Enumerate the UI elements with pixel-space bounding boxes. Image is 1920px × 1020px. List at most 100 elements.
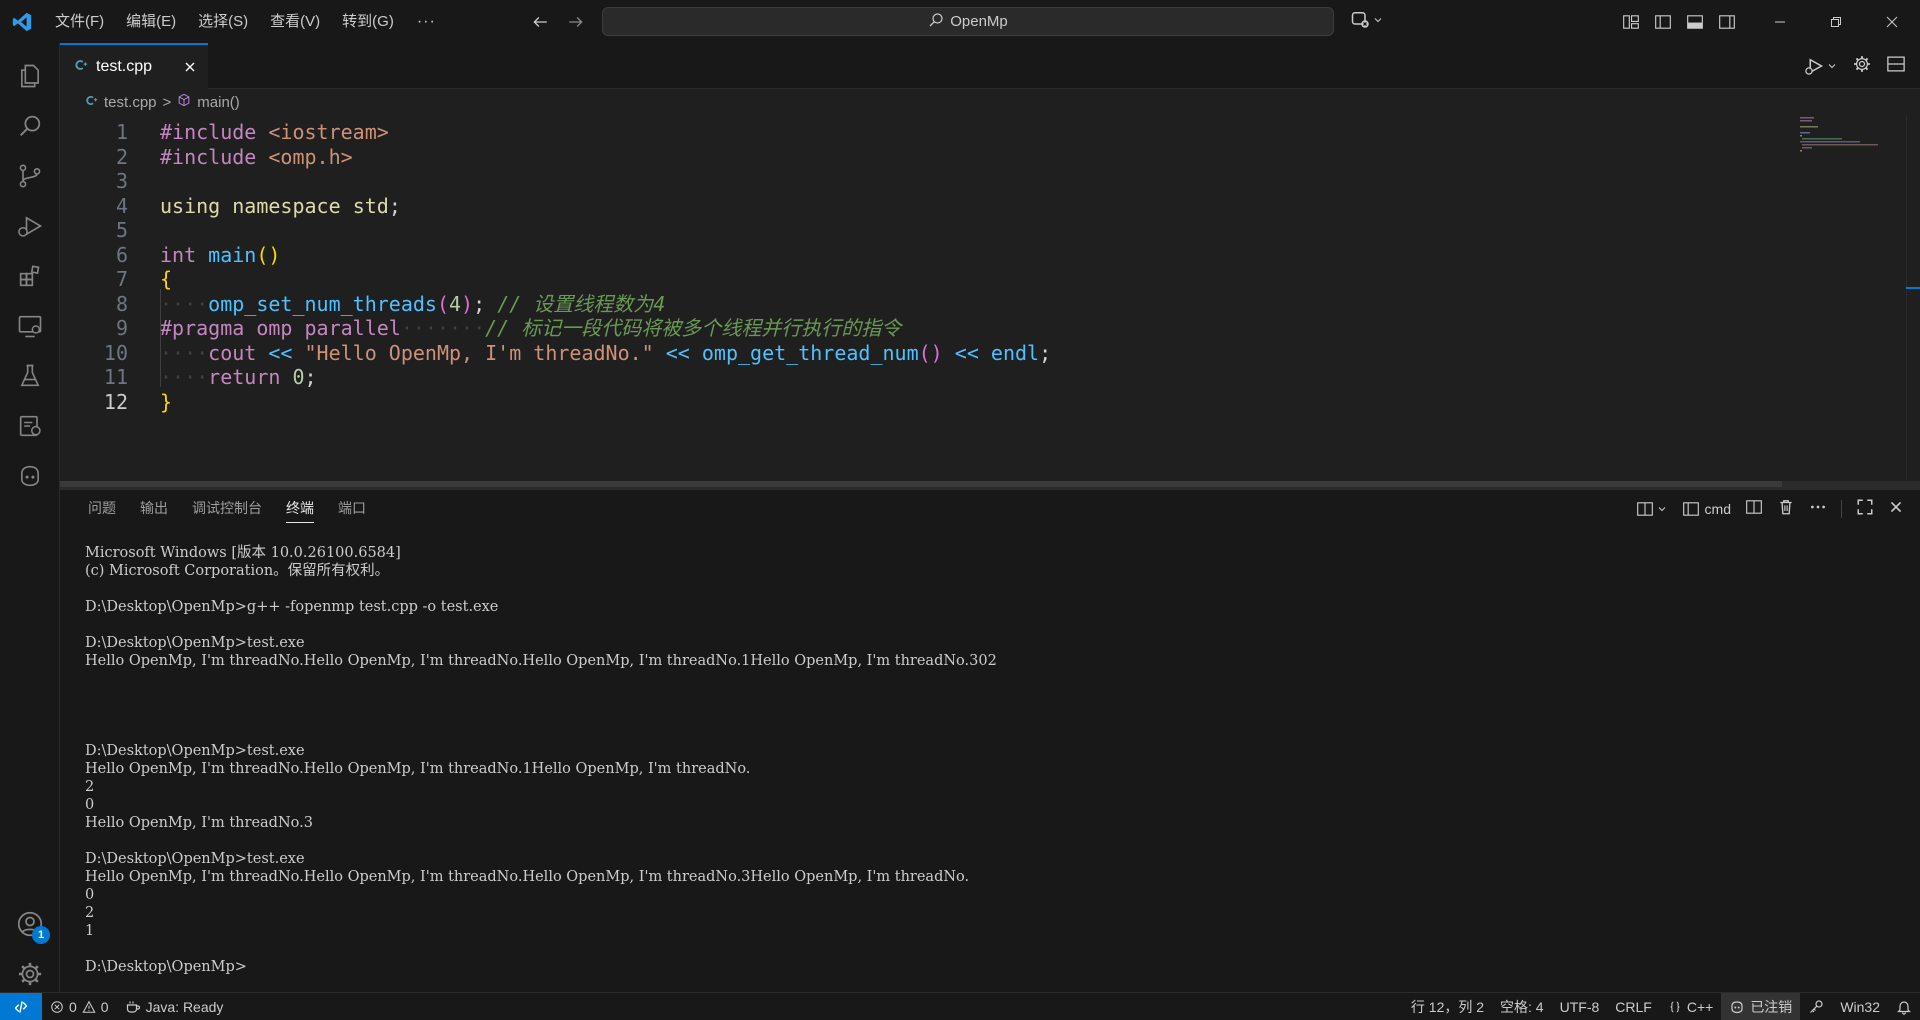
encoding-status[interactable]: UTF-8: [1552, 993, 1608, 1020]
code-token: main: [208, 242, 257, 267]
copilot-chat-icon[interactable]: [0, 451, 60, 501]
warning-icon: [82, 1000, 96, 1013]
remote-icon: [14, 1000, 28, 1013]
testing-icon[interactable]: [0, 351, 60, 401]
language-mode[interactable]: C++: [1660, 993, 1721, 1020]
back-arrow-icon[interactable]: [528, 10, 552, 34]
menu-file[interactable]: 文件(F): [44, 0, 115, 43]
toggle-primary-sidebar-icon[interactable]: [1652, 11, 1674, 33]
remote-explorer-icon[interactable]: [0, 301, 60, 351]
forward-arrow-icon[interactable]: [564, 10, 588, 34]
copilot-signed-out-icon: [1731, 1001, 1743, 1014]
tab-ports[interactable]: 端口: [326, 490, 378, 527]
extensions-icon[interactable]: [0, 251, 60, 301]
terminal-line: 2: [85, 905, 95, 921]
java-status[interactable]: Java: Ready: [117, 993, 232, 1020]
editor-vertical-scrollbar[interactable]: [1906, 115, 1920, 481]
terminal-line: D:\Desktop\OpenMp>: [85, 959, 247, 975]
chevron-down-icon: [1372, 13, 1384, 30]
code-token: endl: [990, 340, 1040, 365]
run-debug-icon[interactable]: [0, 201, 60, 251]
terminal-split-icon: [1682, 501, 1699, 516]
command-center-search[interactable]: OpenMp: [602, 7, 1334, 36]
symbol-method-icon: [177, 93, 191, 111]
code-token: omp_set_num_threads: [208, 291, 437, 316]
platform-status[interactable]: Win32: [1832, 993, 1888, 1020]
close-window-icon[interactable]: [1864, 0, 1920, 43]
horizontal-scroll-thumb[interactable]: [60, 481, 1782, 487]
code-token: (): [918, 340, 943, 365]
menu-more-button[interactable]: ···: [405, 13, 448, 31]
kill-terminal-trash-icon[interactable]: [1777, 498, 1795, 519]
error-icon: [51, 1000, 63, 1013]
terminal-line: Hello OpenMp, I'm threadNo.Hello OpenMp,…: [85, 869, 970, 885]
close-tab-icon[interactable]: [180, 57, 200, 77]
terminal-line: Hello OpenMp, I'm threadNo.3: [85, 815, 313, 831]
tab-debug-console[interactable]: 调试控制台: [180, 490, 274, 527]
code-token: #include: [160, 120, 257, 144]
account-icon[interactable]: 1: [0, 899, 60, 949]
terminal-line: D:\Desktop\OpenMp>test.exe: [85, 743, 305, 759]
breadcrumb-file[interactable]: test.cpp: [104, 94, 157, 111]
indentation-status[interactable]: 空格: 4: [1492, 993, 1552, 1020]
explorer-icon[interactable]: [0, 51, 60, 101]
terminal-profile[interactable]: cmd: [1682, 500, 1731, 518]
customize-layout-icon[interactable]: [1620, 11, 1642, 33]
notifications-bell-icon[interactable]: [1888, 993, 1920, 1020]
new-terminal-split-button[interactable]: [1636, 500, 1668, 518]
toggle-panel-icon[interactable]: [1684, 11, 1706, 33]
cmake-icon[interactable]: [0, 401, 60, 451]
remote-indicator-button[interactable]: [0, 992, 42, 1020]
toggle-secondary-sidebar-icon[interactable]: [1716, 11, 1738, 33]
key-icon[interactable]: [1800, 993, 1832, 1020]
copilot-icon: [1350, 9, 1370, 33]
code-editor[interactable]: 1 #include <iostream> 2 #include <omp.h> 3 4 u…: [60, 115, 1920, 481]
code-token: 4: [449, 291, 462, 316]
code-token: ;: [473, 291, 498, 316]
split-editor-icon[interactable]: [1886, 54, 1906, 78]
copilot-button[interactable]: [1350, 9, 1384, 33]
cursor-position[interactable]: 行 12，列 2: [1403, 993, 1492, 1020]
source-control-icon[interactable]: [0, 151, 60, 201]
menu-go[interactable]: 转到(G): [331, 0, 405, 43]
editor-horizontal-scrollbar[interactable]: [60, 481, 1920, 489]
code-token: 0: [292, 365, 305, 389]
eol-status[interactable]: CRLF: [1607, 993, 1660, 1020]
tab-test-cpp[interactable]: test.cpp: [60, 43, 208, 89]
menu-edit[interactable]: 编辑(E): [115, 0, 187, 43]
code-token: namespace: [232, 193, 341, 218]
line-number[interactable]: 12: [60, 387, 128, 417]
close-panel-icon[interactable]: [1888, 499, 1904, 518]
tab-problems[interactable]: 问题: [76, 490, 128, 527]
more-actions-icon[interactable]: [1809, 498, 1827, 519]
breadcrumb-symbol[interactable]: main(): [197, 94, 240, 111]
code-line[interactable]: 12}: [60, 387, 1840, 417]
restore-icon[interactable]: [1808, 0, 1864, 43]
vscode-logo-icon: [0, 0, 44, 43]
error-count: 0: [69, 998, 77, 1015]
maximize-panel-icon[interactable]: [1856, 498, 1874, 519]
chevron-down-icon: [1828, 64, 1836, 69]
split-terminal-icon[interactable]: [1745, 498, 1763, 519]
problems-status[interactable]: 0 0: [42, 993, 117, 1020]
terminal-output[interactable]: Microsoft Windows [版本 10.0.26100.6584] (c…: [85, 544, 1885, 976]
copilot-account-status[interactable]: 已注销: [1721, 993, 1801, 1020]
tab-terminal[interactable]: 终端: [274, 490, 326, 527]
code-token: ;: [388, 193, 401, 218]
minimize-icon[interactable]: [1752, 0, 1808, 43]
search-view-icon[interactable]: [0, 101, 60, 151]
cpp-file-icon: [85, 94, 98, 111]
account-status-label: 已注销: [1750, 999, 1793, 1015]
menu-view[interactable]: 查看(V): [259, 0, 331, 43]
editor-settings-gear-icon[interactable]: [1852, 54, 1872, 78]
minimap[interactable]: [1800, 115, 1890, 155]
run-debug-button[interactable]: [1804, 56, 1838, 76]
tab-output[interactable]: 输出: [128, 490, 180, 527]
menu-selection[interactable]: 选择(S): [187, 0, 259, 43]
